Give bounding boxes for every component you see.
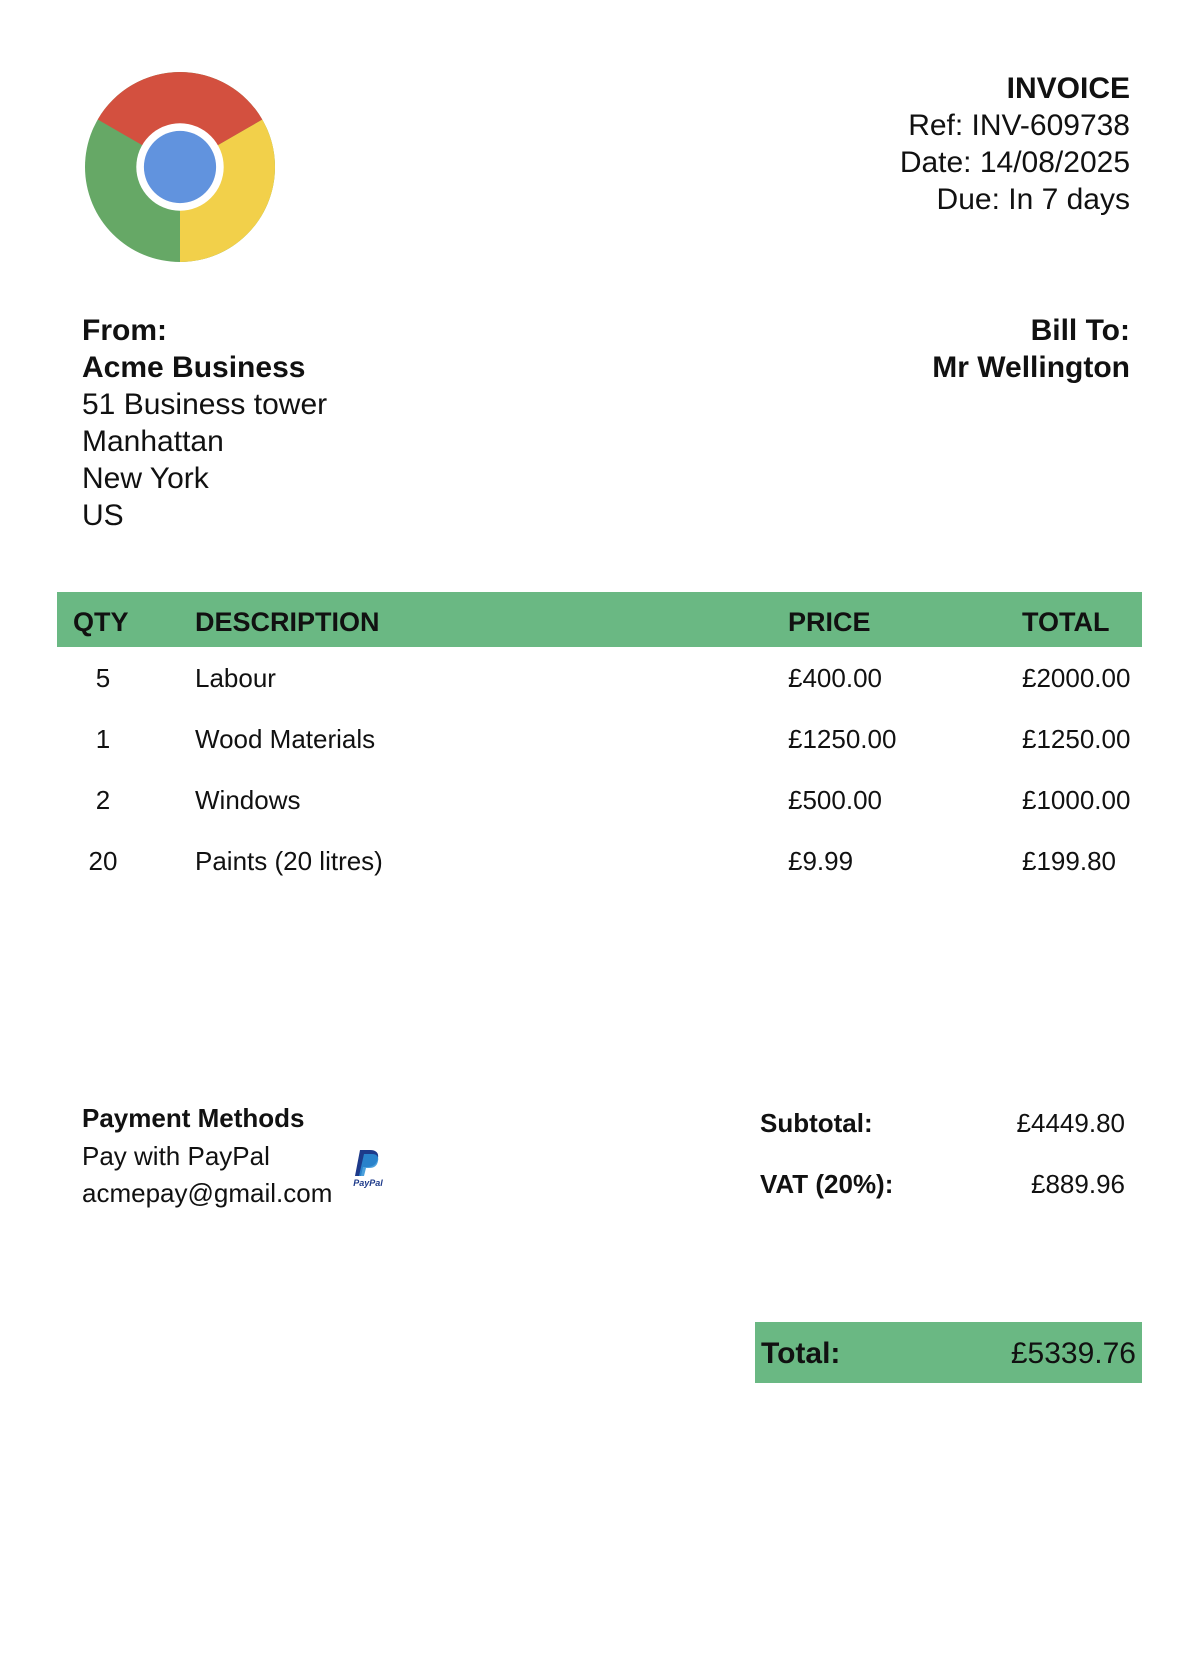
from-label: From: bbox=[82, 314, 167, 347]
paypal-icon: PayPal bbox=[346, 1148, 390, 1188]
from-company: Acme Business bbox=[82, 351, 306, 384]
vat-label: VAT (20%): bbox=[760, 1169, 894, 1199]
total-label: Total: bbox=[761, 1337, 841, 1370]
row-qty: 1 bbox=[95, 724, 111, 754]
payment-email: acmepay@gmail.com bbox=[82, 1178, 333, 1208]
bill-to-name: Mr Wellington bbox=[932, 351, 1130, 384]
total-value: £5339.76 bbox=[1010, 1337, 1136, 1370]
row-total: £199.80 bbox=[1022, 846, 1116, 876]
company-logo bbox=[85, 72, 275, 262]
from-address-line: New York bbox=[82, 462, 209, 495]
chrome-logo-icon bbox=[85, 72, 275, 262]
row-price: £500.00 bbox=[788, 785, 882, 815]
bill-to-block: Bill To: Mr Wellington bbox=[932, 312, 1130, 386]
row-description: Labour bbox=[195, 663, 276, 693]
payment-methods: Payment Methods Pay with PayPal acmepay@… bbox=[82, 1098, 332, 1212]
row-description: Paints (20 litres) bbox=[195, 846, 383, 876]
invoice-header: INVOICE Ref: INV-609738 Date: 14/08/2025… bbox=[900, 70, 1130, 218]
invoice-due: Due: In 7 days bbox=[936, 183, 1130, 216]
row-qty: 2 bbox=[95, 785, 111, 815]
from-address-line: Manhattan bbox=[82, 425, 224, 458]
column-header-price: PRICE bbox=[788, 607, 871, 637]
table-row: 5 Labour £400.00 £2000.00 bbox=[57, 648, 1142, 709]
table-row: 20 Paints (20 litres) £9.99 £199.80 bbox=[57, 831, 1142, 892]
bill-to-label: Bill To: bbox=[1030, 314, 1130, 347]
invoice-title: INVOICE bbox=[1006, 72, 1130, 105]
row-price: £400.00 bbox=[788, 663, 882, 693]
svg-text:PayPal: PayPal bbox=[353, 1178, 383, 1188]
subtotal-label: Subtotal: bbox=[760, 1108, 873, 1138]
row-price: £9.99 bbox=[788, 846, 854, 876]
items-table-header: QTY DESCRIPTION PRICE TOTAL bbox=[57, 592, 1142, 647]
total-bar: Total: £5339.76 bbox=[755, 1322, 1142, 1383]
column-header-description: DESCRIPTION bbox=[195, 607, 380, 637]
column-header-qty: QTY bbox=[73, 607, 129, 637]
from-block: From: Acme Business 51 Business tower Ma… bbox=[82, 312, 327, 534]
from-address-line: 51 Business tower bbox=[82, 388, 328, 421]
table-row: 1 Wood Materials £1250.00 £1250.00 bbox=[57, 709, 1142, 770]
row-price: £1250.00 bbox=[788, 724, 897, 754]
row-description: Wood Materials bbox=[195, 724, 376, 754]
vat-value: £889.96 bbox=[1031, 1169, 1125, 1199]
column-header-total: TOTAL bbox=[1022, 607, 1110, 637]
payment-method: Pay with PayPal bbox=[82, 1141, 270, 1171]
invoice-ref: Ref: INV-609738 bbox=[908, 109, 1130, 142]
row-qty: 5 bbox=[95, 663, 111, 693]
row-qty: 20 bbox=[88, 846, 118, 876]
table-row: 2 Windows £500.00 £1000.00 bbox=[57, 770, 1142, 831]
row-total: £1000.00 bbox=[1022, 785, 1131, 815]
invoice-date: Date: 14/08/2025 bbox=[899, 146, 1130, 179]
from-address-line: US bbox=[82, 499, 124, 532]
payment-methods-heading: Payment Methods bbox=[82, 1103, 305, 1133]
row-description: Windows bbox=[195, 785, 301, 815]
row-total: £2000.00 bbox=[1022, 663, 1131, 693]
subtotal-value: £4449.80 bbox=[1016, 1108, 1125, 1138]
row-total: £1250.00 bbox=[1022, 724, 1131, 754]
